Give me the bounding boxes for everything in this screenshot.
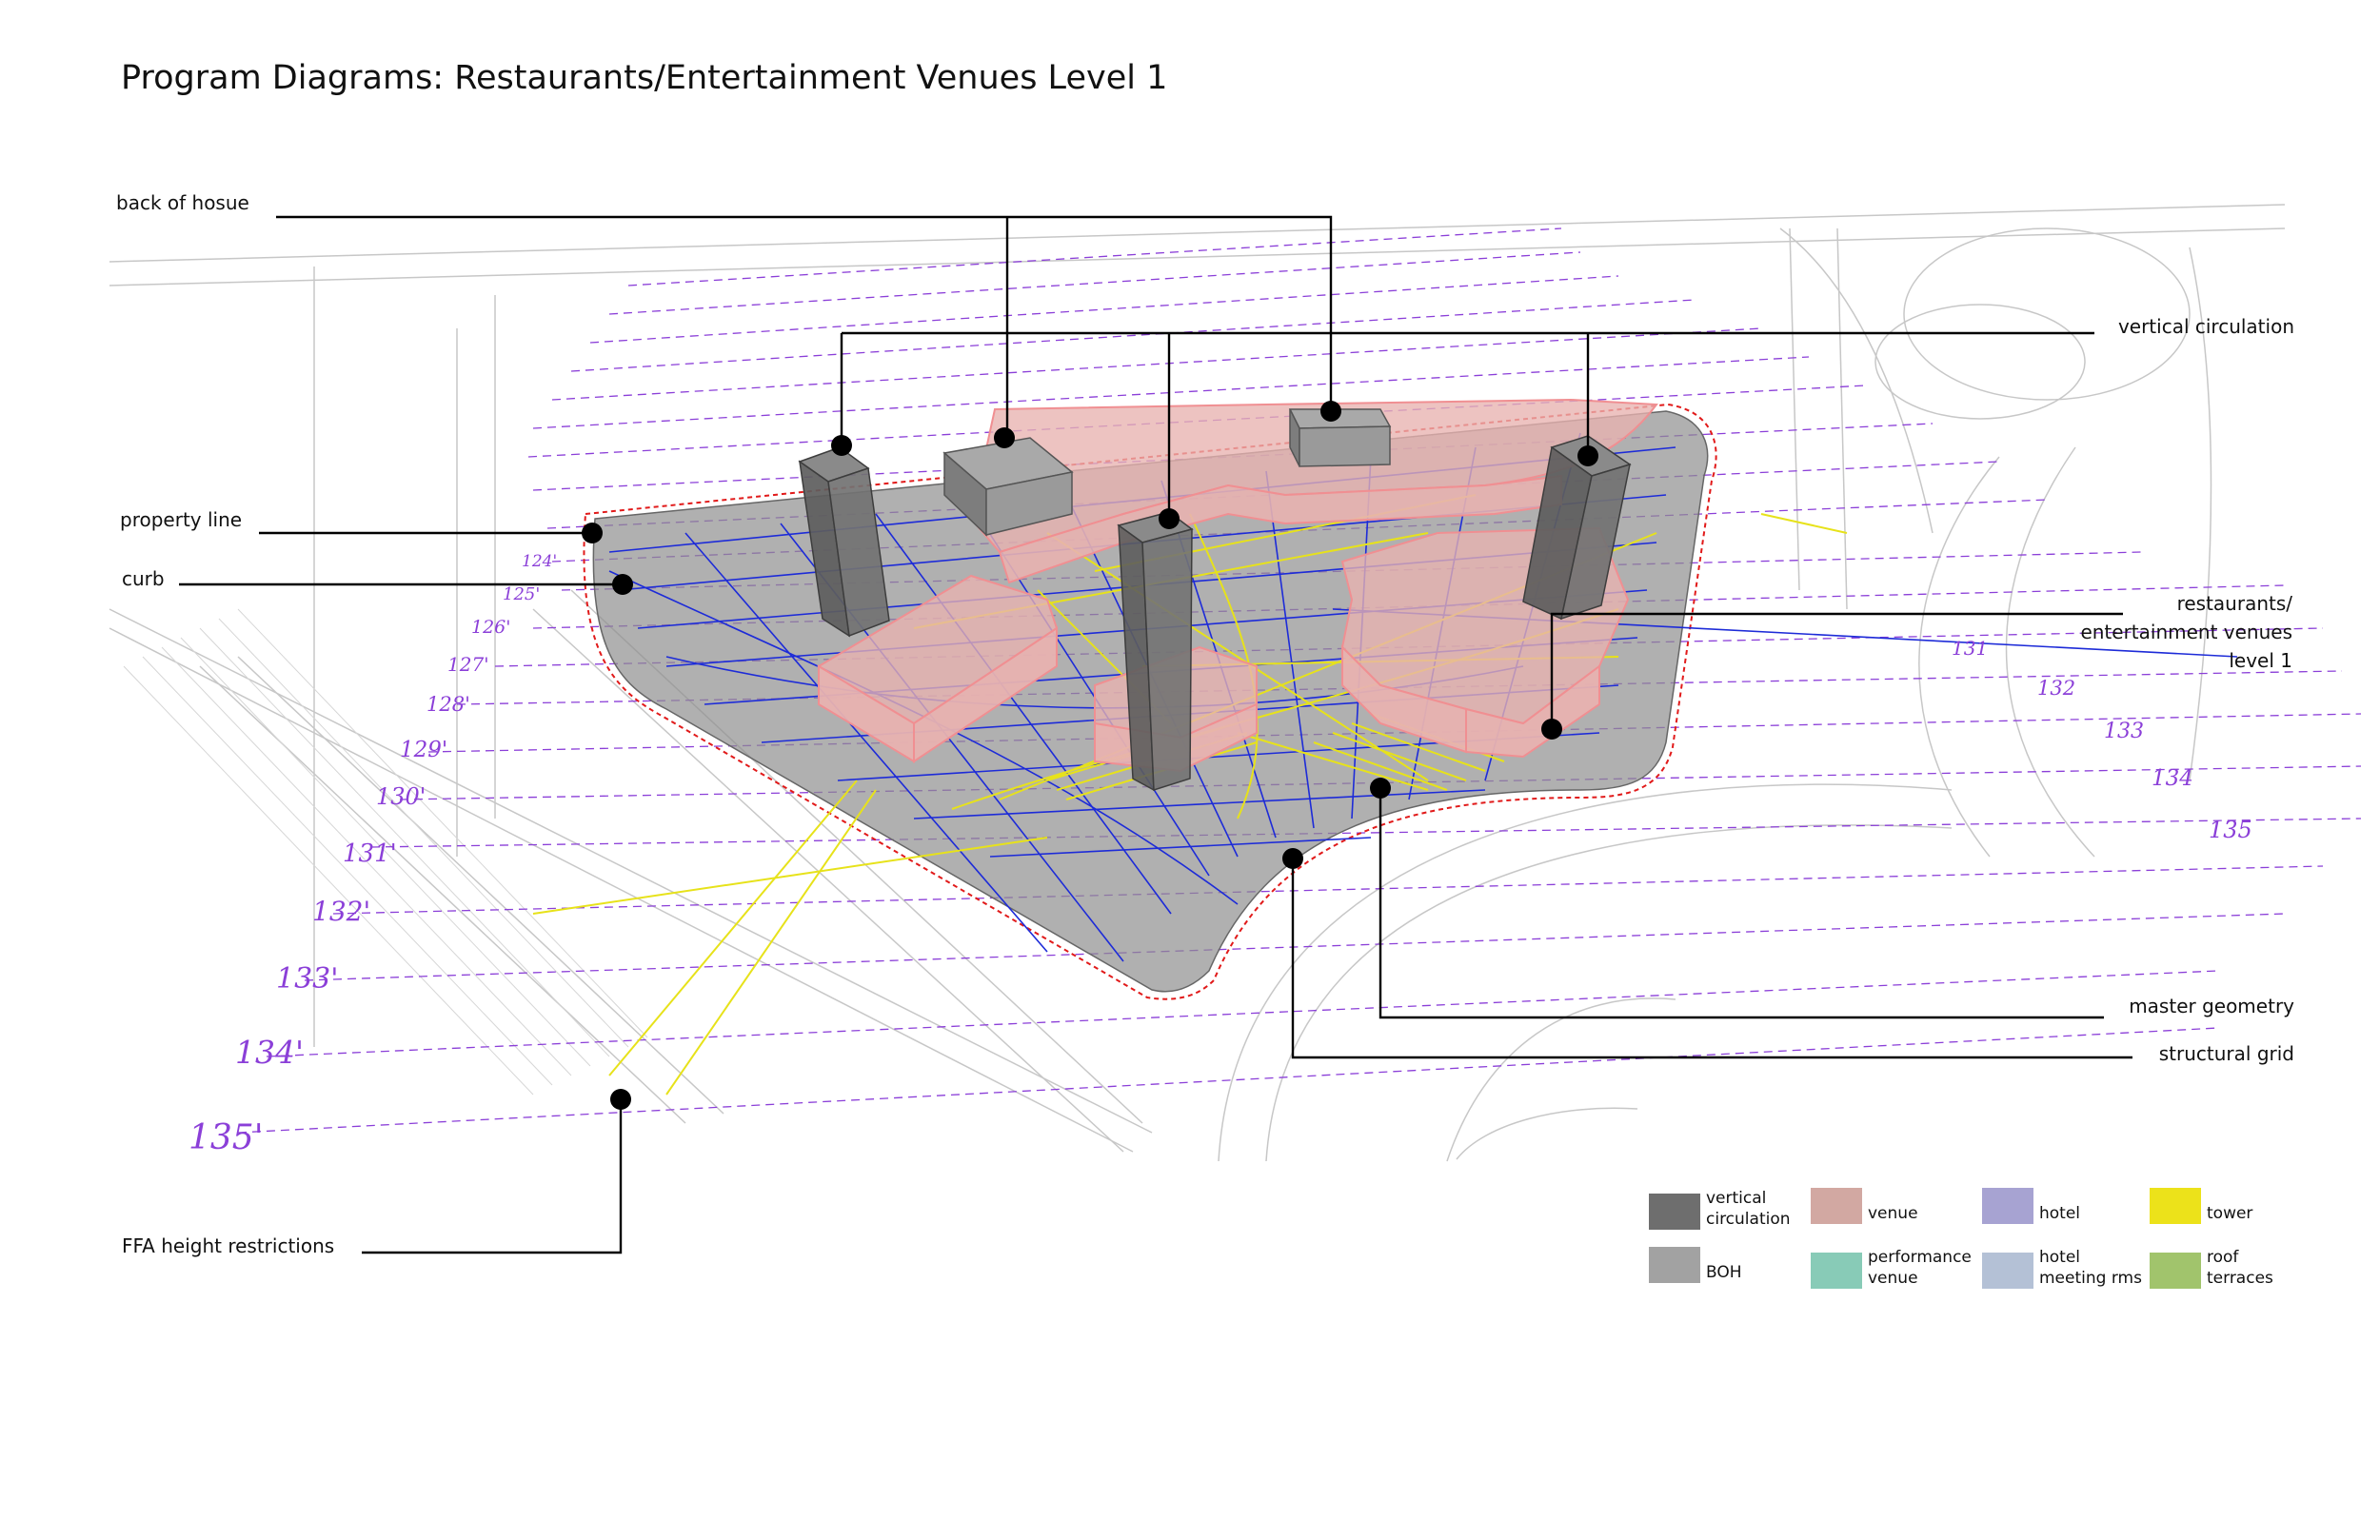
dot-structural-grid — [1282, 848, 1303, 869]
legend-label: performance venue — [1868, 1248, 1972, 1288]
legend-label: hotel meeting rms — [2039, 1248, 2142, 1288]
elevation-label: 132 — [2037, 677, 2075, 700]
elevation-label: 134 — [2152, 766, 2193, 791]
dot-property-line — [582, 523, 603, 543]
elevation-label: 135' — [188, 1118, 264, 1157]
legend-label: venue — [1868, 1204, 1918, 1223]
elevation-label: 135 — [2209, 817, 2252, 843]
legend-roof-terraces: roof terraces — [2150, 1247, 2273, 1289]
dot-vertical-circulation-3 — [1577, 445, 1598, 466]
legend-label: roof terraces — [2207, 1248, 2273, 1288]
label-back-of-house: back of hosue — [116, 191, 249, 214]
elevation-label: 132' — [312, 896, 370, 927]
legend-label: tower — [2207, 1204, 2253, 1223]
site-diagram: 124' 125' 126' 127' 128' 129' 130' 131' … — [109, 204, 2362, 1254]
legend-swatch — [2150, 1188, 2201, 1224]
elevation-label: 133 — [2104, 720, 2144, 743]
legend-swatch — [1649, 1247, 1700, 1283]
label-ffa-height: FFA height restrictions — [122, 1234, 335, 1257]
legend-label: BOH — [1706, 1263, 1742, 1282]
elevation-label: 131 — [1952, 637, 1988, 660]
dot-back-of-house-2 — [994, 427, 1015, 448]
elevation-label: 127' — [447, 653, 489, 676]
elevation-label: 124' — [522, 552, 557, 571]
label-property-line: property line — [120, 508, 243, 531]
legend-boh: BOH — [1649, 1247, 1742, 1283]
legend-performance-venue: performance venue — [1811, 1247, 1972, 1289]
dot-curb — [612, 574, 633, 595]
dot-restaurants — [1541, 719, 1562, 740]
legend-swatch — [1982, 1188, 2033, 1224]
legend-vertical-circulation: vertical circulation — [1649, 1188, 1791, 1230]
legend-swatch — [2150, 1253, 2201, 1289]
legend-hotel: hotel — [1982, 1188, 2080, 1224]
elevation-labels: 124' 125' 126' 127' 128' 129' 130' 131' … — [188, 552, 557, 1157]
elevation-label: 125' — [503, 584, 540, 604]
dot-master-geometry — [1370, 778, 1391, 799]
dot-vertical-circulation-1 — [831, 435, 852, 456]
legend-hotel-meeting-rms: hotel meeting rms — [1982, 1247, 2142, 1289]
label-master-geometry: master geometry — [2129, 995, 2294, 1017]
dot-ffa — [610, 1089, 631, 1110]
label-curb: curb — [122, 567, 165, 590]
label-structural-grid: structural grid — [2158, 1042, 2294, 1065]
elevation-label: 133' — [276, 962, 339, 996]
legend-venue: venue — [1811, 1188, 1918, 1224]
elevation-label: 130' — [376, 783, 426, 810]
dot-vertical-circulation-2 — [1159, 508, 1180, 529]
legend-label: hotel — [2039, 1204, 2081, 1223]
label-restaurants: restaurants/ entertainment venues level … — [2080, 592, 2292, 672]
label-vertical-circulation: vertical circulation — [2117, 315, 2294, 338]
dot-back-of-house-1 — [1320, 401, 1341, 422]
legend-swatch — [1982, 1253, 2033, 1289]
elevation-label: 126' — [471, 617, 511, 638]
legend-swatch — [1811, 1188, 1862, 1224]
legend-tower: tower — [2150, 1188, 2252, 1224]
elevation-label: 128' — [426, 693, 470, 716]
elevation-label: 134' — [235, 1034, 304, 1071]
legend-swatch — [1811, 1253, 1862, 1289]
elevation-label: 129' — [400, 738, 447, 762]
elevation-label: 131' — [343, 839, 397, 868]
legend-label: vertical circulation — [1706, 1189, 1791, 1229]
legend-swatch — [1649, 1194, 1700, 1230]
